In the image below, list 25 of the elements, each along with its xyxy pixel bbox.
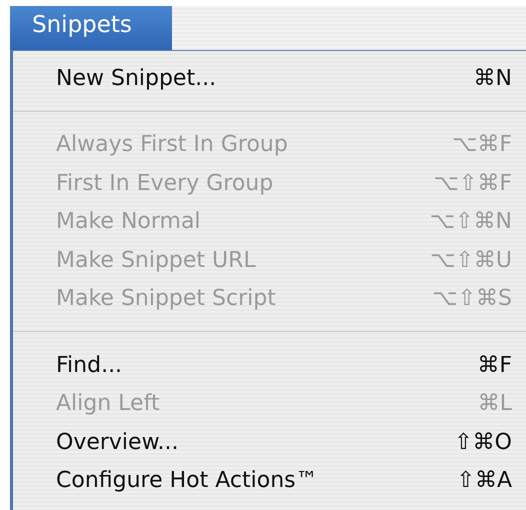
menu-item-label: Overview...: [56, 430, 179, 455]
keyboard-shortcut: ⌘F: [477, 352, 512, 378]
menu-item-label: Make Snippet URL: [56, 248, 256, 273]
keyboard-shortcut: ⇧⌘O: [454, 430, 512, 455]
menu-item-label: Always First In Group: [56, 132, 288, 158]
keyboard-shortcut: ⇧⌘A: [456, 468, 512, 494]
menu-item-label: First In Every Group: [56, 170, 274, 196]
menu-item[interactable]: Configure Hot Actions™ ⇧⌘A: [13, 462, 526, 500]
menu-item-label: Find...: [56, 352, 122, 378]
menu-item-label: Configure Hot Actions™: [56, 468, 318, 494]
menu-item[interactable]: Overview... ⇧⌘O: [13, 423, 526, 462]
keyboard-shortcut: ⌘L: [478, 391, 512, 416]
menu-title[interactable]: Snippets: [10, 6, 172, 50]
keyboard-shortcut: ⌥⇧⌘U: [430, 248, 512, 273]
keyboard-shortcut: ⌥⇧⌘F: [434, 170, 512, 196]
menu-item[interactable]: Find... ⌘F: [13, 346, 526, 384]
menu-item-label: Make Snippet Script: [56, 286, 276, 312]
menu-item-label: New Snippet...: [56, 66, 216, 91]
keyboard-shortcut: ⌘N: [474, 66, 512, 91]
keyboard-shortcut: ⌥⇧⌘N: [430, 209, 512, 234]
keyboard-shortcut: ⌥⌘F: [452, 132, 512, 158]
menu-item[interactable]: New Snippet... ⌘N: [13, 59, 526, 98]
menu-item-label: Align Left: [56, 391, 160, 416]
menu-item-label: Make Normal: [56, 209, 201, 234]
keyboard-shortcut: ⌥⇧⌘S: [432, 286, 512, 312]
